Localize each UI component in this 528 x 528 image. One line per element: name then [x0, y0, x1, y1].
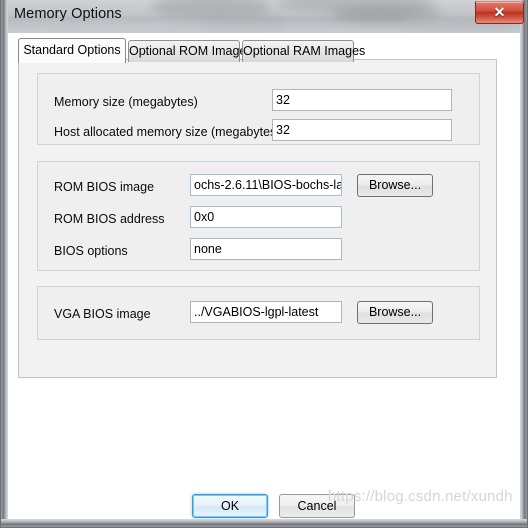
memory-size-input[interactable]: 32: [272, 89, 452, 111]
tab-panel-standard-options: Memory size (megabytes) 32 Host allocate…: [18, 59, 497, 378]
memory-size-label: Memory size (megabytes): [54, 95, 198, 109]
dialog-client-area: Standard Options Optional ROM Images Opt…: [8, 33, 522, 520]
vga-bios-browse-button[interactable]: Browse...: [357, 301, 433, 324]
glass-blur-artifact: [9, 22, 309, 33]
rom-bios-image-label: ROM BIOS image: [54, 180, 155, 194]
memory-size-group: Memory size (megabytes) 32 Host allocate…: [37, 73, 480, 145]
memory-options-dialog: Memory Options ✕ Standard Options Option…: [0, 0, 528, 528]
close-button[interactable]: ✕: [475, 1, 524, 24]
ok-button[interactable]: OK: [192, 494, 268, 518]
bios-options-label: BIOS options: [54, 244, 128, 258]
rom-bios-browse-button[interactable]: Browse...: [357, 174, 433, 197]
vga-bios-image-input[interactable]: ../VGABIOS-lgpl-latest: [190, 301, 342, 323]
tab-standard-options[interactable]: Standard Options: [18, 38, 126, 63]
vga-bios-group: VGA BIOS image ../VGABIOS-lgpl-latest Br…: [37, 286, 480, 340]
tab-optional-ram-images[interactable]: Optional RAM Images: [242, 40, 365, 62]
tab-optional-rom-images[interactable]: Optional ROM Images: [128, 40, 253, 62]
host-allocated-memory-size-label: Host allocated memory size (megabytes): [54, 125, 281, 139]
close-icon: ✕: [493, 4, 506, 20]
cancel-button[interactable]: Cancel: [279, 494, 355, 518]
rom-bios-address-input[interactable]: 0x0: [190, 206, 342, 228]
bios-options-input[interactable]: none: [190, 238, 342, 260]
window-title: Memory Options: [14, 6, 122, 22]
vga-bios-image-label: VGA BIOS image: [54, 307, 151, 321]
rom-bios-image-input[interactable]: ochs-2.6.11\BIOS-bochs-latest: [190, 174, 342, 196]
rom-bios-group: ROM BIOS image ochs-2.6.11\BIOS-bochs-la…: [37, 161, 480, 271]
window-frame-left: [1, 0, 8, 527]
window-frame-right: [520, 0, 527, 527]
host-allocated-memory-size-input[interactable]: 32: [272, 119, 452, 141]
title-bar[interactable]: Memory Options: [1, 0, 527, 33]
window-frame-bottom: [1, 519, 527, 527]
rom-bios-address-label: ROM BIOS address: [54, 212, 165, 226]
